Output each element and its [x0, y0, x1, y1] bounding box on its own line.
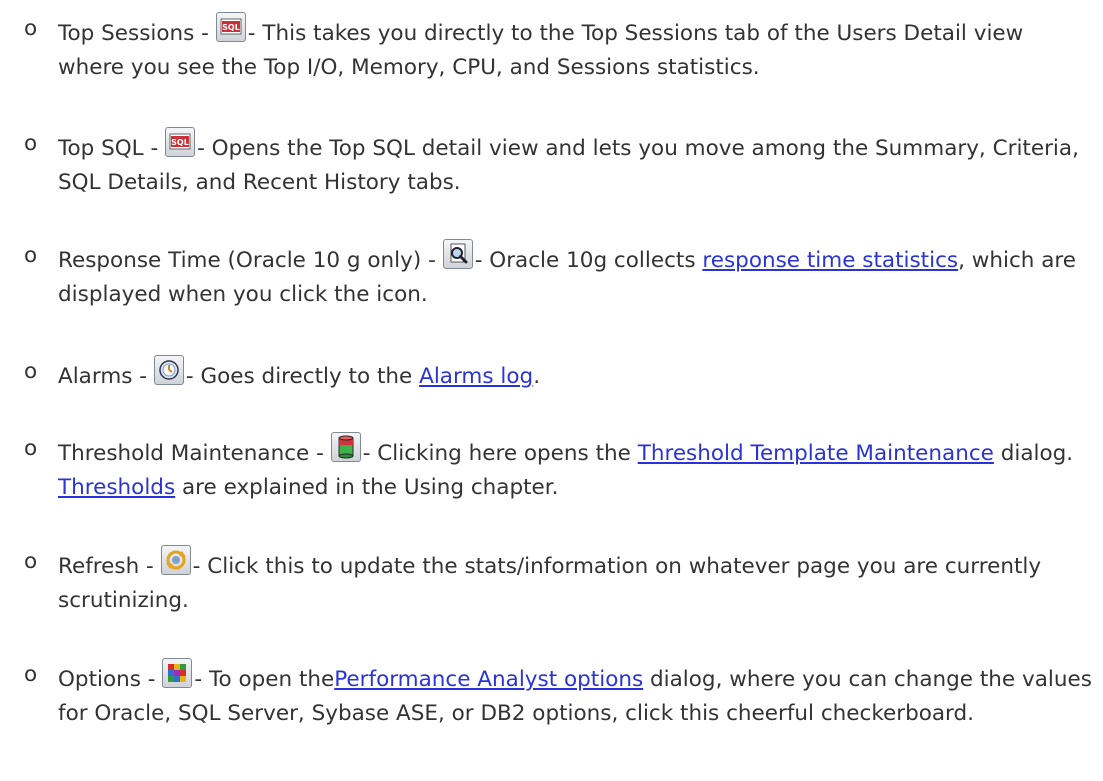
item-description-tail: are explained in the Using chapter. [175, 475, 559, 500]
item-label: Options - [58, 667, 163, 692]
item-label: Refresh - [58, 554, 161, 579]
bullet: o [24, 243, 38, 268]
item-description-middle: dialog. [993, 441, 1074, 466]
bullet: o [24, 131, 38, 156]
item-text: Top SQL - SQL - Opens the Top SQL detail … [58, 127, 1093, 200]
item-label: Threshold Maintenance - [58, 441, 331, 466]
alarms-log-link[interactable]: Alarms log [419, 364, 533, 389]
item-description: - Goes directly to the [185, 364, 420, 389]
magnifier-icon [442, 239, 473, 269]
response-time-statistics-link[interactable]: response time statistics [702, 248, 958, 273]
item-label: Top SQL - [58, 136, 166, 161]
item-description: - Opens the Top SQL detail view and lets… [58, 136, 1079, 195]
item-description: - Oracle 10g collects [474, 248, 703, 273]
checkerboard-icon [162, 658, 193, 688]
item-text: Threshold Maintenance - - Clicking here … [58, 432, 1093, 505]
sql-icon: SQL [215, 12, 246, 42]
alarm-clock-icon [153, 355, 184, 385]
thresholds-link[interactable]: Thresholds [58, 475, 175, 500]
bullet: o [24, 549, 38, 574]
svg-text:SQL: SQL [222, 23, 240, 32]
item-description: - Click this to update the stats/informa… [58, 554, 1042, 613]
item-label: Top Sessions - [58, 21, 216, 46]
threshold-template-maintenance-link[interactable]: Threshold Template Maintenance [638, 441, 994, 466]
refresh-icon [160, 545, 191, 575]
item-description-tail: . [533, 364, 541, 389]
item-text: Alarms - - Goes directly to the Alarms l… [58, 355, 1093, 394]
svg-text:SQL: SQL [171, 138, 189, 147]
sql-icon: SQL [165, 127, 196, 157]
item-text: Refresh - - Click this to update the sta… [58, 545, 1093, 618]
performance-analyst-options-link[interactable]: Performance Analyst options [334, 667, 643, 692]
item-label: Response Time (Oracle 10 g only) - [58, 248, 443, 273]
bullet: o [24, 662, 38, 687]
threshold-cylinder-icon [330, 432, 361, 462]
bullet: o [24, 436, 38, 461]
bullet: o [24, 359, 38, 384]
item-description: - Clicking here opens the [362, 441, 638, 466]
bullet: o [24, 16, 38, 41]
item-text: Response Time (Oracle 10 g only) - - Ora… [58, 239, 1093, 312]
item-label: Alarms - [58, 364, 154, 389]
item-description: - To open the [194, 667, 335, 692]
item-text: Options - - To open thePerformance Analy… [58, 658, 1093, 731]
item-text: Top Sessions - SQL - This takes you direc… [58, 12, 1093, 85]
